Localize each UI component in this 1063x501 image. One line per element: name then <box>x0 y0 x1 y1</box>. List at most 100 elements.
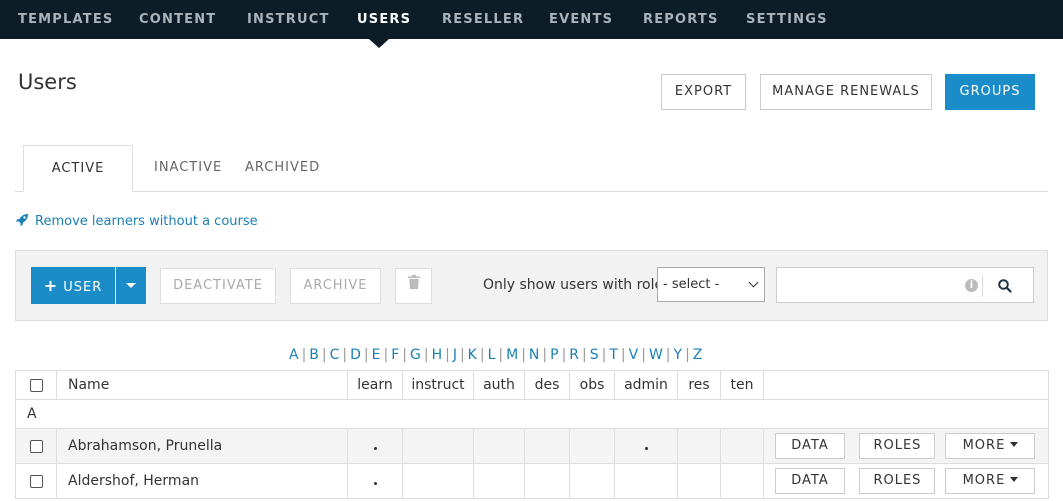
export-button[interactable]: EXPORT <box>661 74 746 110</box>
alphabet-separator: | <box>620 347 626 363</box>
alphabet-letter-r[interactable]: R <box>569 347 579 363</box>
row-select-cell <box>15 463 57 499</box>
more-button[interactable]: MORE <box>945 433 1036 459</box>
column-header-name[interactable]: Name <box>56 370 348 400</box>
search-icon[interactable] <box>997 278 1013 294</box>
role-filter-label: Only show users with role: <box>483 277 668 293</box>
caret-down-icon <box>1010 442 1019 447</box>
alphabet-letter-c[interactable]: C <box>330 347 340 363</box>
role-cell-des <box>524 428 570 464</box>
remove-learners-link[interactable]: Remove learners without a course <box>15 213 258 229</box>
users-table: Name learn instruct auth des obs admin r… <box>15 370 1049 499</box>
role-cell-ten <box>720 463 764 499</box>
column-header-actions <box>763 370 1049 400</box>
row-actions-cell: DATA ROLES MORE <box>763 463 1049 499</box>
alphabet-letter-h[interactable]: H <box>432 347 443 363</box>
alphabet-letter-a[interactable]: A <box>289 347 299 363</box>
alphabet-letter-s[interactable]: S <box>590 347 599 363</box>
row-checkbox[interactable] <box>29 439 43 453</box>
nav-item-instruct[interactable]: INSTRUCT <box>247 0 330 39</box>
nav-item-templates[interactable]: TEMPLATES <box>18 0 113 39</box>
group-label: A <box>15 399 1049 429</box>
tab-inactive[interactable]: INACTIVE <box>154 160 222 175</box>
roles-button-label: ROLES <box>873 438 922 453</box>
role-cell-obs <box>569 463 615 499</box>
alphabet-letter-d[interactable]: D <box>350 347 361 363</box>
column-header-obs: obs <box>569 370 615 400</box>
groups-button[interactable]: GROUPS <box>945 74 1035 110</box>
tab-active[interactable]: ACTIVE <box>23 145 133 192</box>
alphabet-letter-t[interactable]: T <box>609 347 618 363</box>
group-header-row: A <box>15 399 1049 429</box>
role-cell-obs <box>569 428 615 464</box>
role-filter-value: - select - <box>663 277 720 292</box>
role-cell-res <box>677 463 721 499</box>
row-select-cell <box>15 428 57 464</box>
alphabet-filter: A | B | C | D | E | F | G | H | J | K | L | M | N | P | R | S | T | V | W | Y |… <box>289 347 702 363</box>
role-assigned-dot <box>373 482 377 485</box>
role-filter-select[interactable]: - select - <box>657 267 765 302</box>
column-header-auth: auth <box>473 370 525 400</box>
alphabet-separator: | <box>665 347 671 363</box>
alphabet-letter-n[interactable]: N <box>529 347 539 363</box>
table-header-row: Name learn instruct auth des obs admin r… <box>15 370 1049 400</box>
role-cell-instruct <box>402 428 474 464</box>
alphabet-separator: | <box>561 347 567 363</box>
alphabet-separator: | <box>542 347 548 363</box>
role-cell-admin <box>614 428 678 464</box>
alphabet-letter-g[interactable]: G <box>410 347 421 363</box>
nav-item-reports[interactable]: REPORTS <box>643 0 719 39</box>
nav-item-reseller[interactable]: RESELLER <box>442 0 524 39</box>
user-name[interactable]: Aldershof, Herman <box>56 463 348 499</box>
roles-button[interactable]: ROLES <box>859 433 936 459</box>
role-cell-auth <box>473 463 525 499</box>
nav-item-settings[interactable]: SETTINGS <box>746 0 828 39</box>
role-cell-ten <box>720 428 764 464</box>
column-header-des: des <box>524 370 570 400</box>
alphabet-separator: | <box>459 347 465 363</box>
data-button[interactable]: DATA <box>775 468 845 494</box>
nav-item-content[interactable]: CONTENT <box>139 0 216 39</box>
rocket-icon <box>15 213 29 227</box>
alphabet-letter-w[interactable]: W <box>649 347 663 363</box>
roles-button-label: ROLES <box>873 473 922 488</box>
role-assigned-dot <box>373 447 377 450</box>
archive-button[interactable]: ARCHIVE <box>290 268 381 304</box>
row-actions-cell: DATA ROLES MORE <box>763 428 1049 464</box>
alphabet-separator: | <box>321 347 327 363</box>
role-assigned-dot <box>644 447 648 450</box>
deactivate-button[interactable]: DEACTIVATE <box>160 268 276 304</box>
alphabet-letter-m[interactable]: M <box>506 347 518 363</box>
user-name[interactable]: Abrahamson, Prunella <box>56 428 348 464</box>
manage-renewals-button[interactable]: MANAGE RENEWALS <box>760 74 932 110</box>
row-checkbox[interactable] <box>29 474 43 488</box>
alphabet-letter-k[interactable]: K <box>468 347 477 363</box>
page-title: Users <box>18 70 77 94</box>
chevron-down-icon <box>748 277 759 288</box>
more-button[interactable]: MORE <box>945 468 1036 494</box>
add-user-button[interactable]: + USER <box>31 267 115 304</box>
add-user-dropdown-button[interactable] <box>116 267 146 304</box>
alphabet-letter-p[interactable]: P <box>550 347 558 363</box>
nav-item-users[interactable]: USERS <box>357 0 411 39</box>
select-all-checkbox[interactable] <box>29 378 43 392</box>
nav-item-events[interactable]: EVENTS <box>549 0 613 39</box>
alphabet-separator: | <box>363 347 369 363</box>
roles-button[interactable]: ROLES <box>859 468 936 494</box>
info-icon[interactable]: i <box>965 279 978 292</box>
role-cell-instruct <box>402 463 474 499</box>
alphabet-letter-z[interactable]: Z <box>693 347 703 363</box>
search-input[interactable]: i <box>776 267 1034 303</box>
alphabet-letter-v[interactable]: V <box>629 347 639 363</box>
role-cell-learn <box>347 463 403 499</box>
tab-archived[interactable]: ARCHIVED <box>245 160 320 175</box>
role-cell-res <box>677 428 721 464</box>
alphabet-letter-b[interactable]: B <box>309 347 319 363</box>
more-button-label: MORE <box>962 438 1006 453</box>
table-row: Aldershof, Herman DATA ROLES MORE <box>15 463 1049 499</box>
data-button[interactable]: DATA <box>775 433 845 459</box>
alphabet-letter-y[interactable]: Y <box>674 347 683 363</box>
delete-button[interactable] <box>395 268 432 304</box>
caret-down-icon <box>126 283 136 288</box>
column-header-admin: admin <box>614 370 678 400</box>
